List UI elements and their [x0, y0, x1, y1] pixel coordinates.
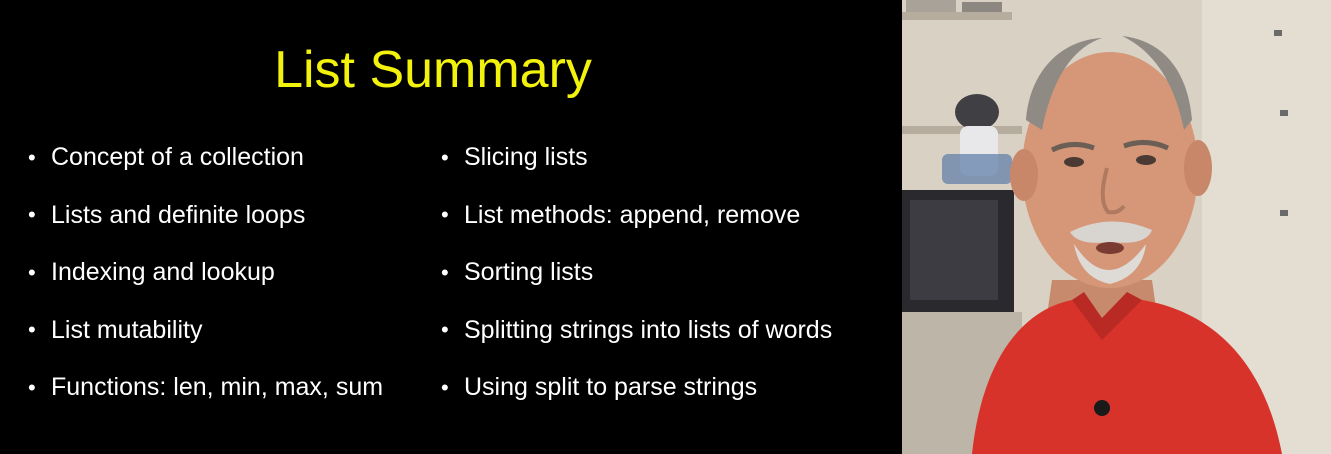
bullet-dot: • [28, 374, 36, 400]
bullet-item: • Concept of a collection [28, 129, 383, 187]
bullet-dot: • [28, 259, 36, 285]
bullet-item: • Lists and definite loops [28, 187, 383, 245]
bullet-text: Using split to parse strings [464, 373, 758, 402]
bullet-text: Lists and definite loops [51, 200, 306, 229]
bullet-text: Indexing and lookup [51, 258, 275, 287]
door-hinge [1280, 110, 1288, 116]
figure-head [955, 94, 999, 130]
shelf-items [962, 2, 1002, 12]
slide-title: List Summary [274, 41, 592, 99]
bullet-text: Concept of a collection [51, 143, 304, 172]
bullet-text: Splitting strings into lists of words [464, 315, 833, 344]
bullet-dot: • [28, 144, 36, 170]
shelf-items [906, 0, 956, 12]
bullet-item: • Functions: len, min, max, sum [28, 359, 383, 417]
bullet-item: • Splitting strings into lists of words [441, 302, 832, 360]
bullet-dot: • [441, 259, 449, 285]
bullet-text: Sorting lists [464, 258, 594, 287]
lapel-microphone-icon [1094, 400, 1110, 416]
figure-base [942, 154, 1012, 184]
presenter-illustration [902, 0, 1331, 454]
bullet-item: • List methods: append, remove [441, 187, 832, 245]
bullet-dot: • [441, 144, 449, 170]
video-frame: List Summary • Concept of a collection •… [0, 0, 1331, 454]
bullet-text: Slicing lists [464, 143, 588, 172]
bullet-text: List methods: append, remove [464, 200, 801, 229]
bullet-dot: • [28, 317, 36, 343]
eye [1136, 155, 1156, 165]
bullet-item: • Sorting lists [441, 244, 832, 302]
bullet-item: • List mutability [28, 302, 383, 360]
eye [1064, 157, 1084, 167]
presenter-webcam [902, 0, 1331, 454]
crt-screen [910, 200, 998, 300]
bullet-dot: • [441, 374, 449, 400]
bullet-list-left: • Concept of a collection • Lists and de… [28, 129, 383, 417]
bullet-text: Functions: len, min, max, sum [51, 373, 384, 402]
bullet-list-right: • Slicing lists • List methods: append, … [441, 129, 832, 417]
presentation-slide: List Summary • Concept of a collection •… [0, 0, 902, 454]
shelf [902, 12, 1012, 20]
bullet-item: • Using split to parse strings [441, 359, 832, 417]
bullet-dot: • [441, 317, 449, 343]
door-hinge [1274, 30, 1282, 36]
mouth [1096, 242, 1124, 254]
bullet-dot: • [28, 202, 36, 228]
ear [1184, 140, 1212, 196]
bullet-item: • Slicing lists [441, 129, 832, 187]
bullet-item: • Indexing and lookup [28, 244, 383, 302]
door-hinge [1280, 210, 1288, 216]
ear [1010, 149, 1038, 201]
bullet-text: List mutability [51, 315, 203, 344]
bullet-dot: • [441, 202, 449, 228]
